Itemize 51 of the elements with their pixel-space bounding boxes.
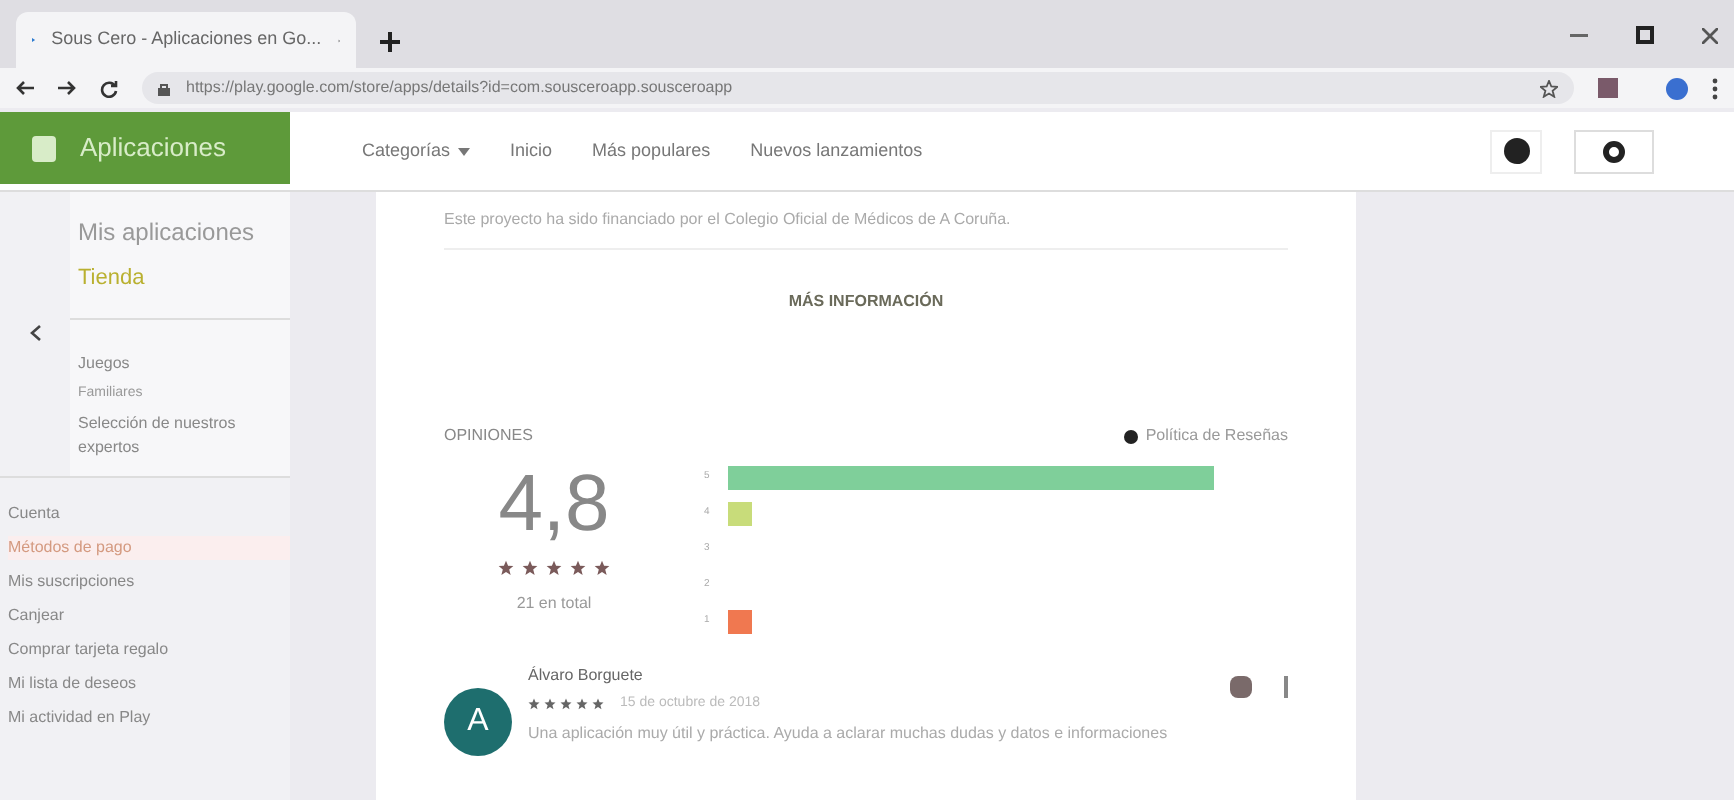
star-icon [576, 698, 588, 711]
lock-icon [158, 81, 170, 95]
description-text: Este proyecto ha sido financiado por el Colegio Oficial de Médicos de A Coruña. [444, 192, 1288, 250]
sidebar-item[interactable]: Juegos [78, 351, 290, 375]
sidebar-item[interactable]: Mis suscripciones [8, 570, 290, 594]
more-info-button[interactable]: MÁS INFORMACIÓN [788, 290, 944, 314]
sidebar-item[interactable]: Comprar tarjeta regalo [8, 638, 290, 662]
avatar: A [444, 688, 512, 756]
close-icon[interactable] [1702, 27, 1718, 43]
help-button[interactable] [1490, 129, 1542, 173]
collapse-icon[interactable] [29, 324, 41, 342]
reload-icon[interactable] [100, 79, 118, 97]
star-icon [592, 698, 604, 711]
sidebar-item[interactable]: Métodos de pago [8, 536, 290, 560]
sidebar-item[interactable]: Canjear [8, 604, 290, 628]
restore-icon[interactable] [1636, 26, 1654, 44]
review-author: Álvaro Borguete [528, 664, 645, 688]
rating-score: 4,8 [498, 464, 610, 544]
sidebar-item[interactable]: Tienda [78, 256, 290, 301]
apps-brand[interactable]: Aplicaciones [0, 112, 290, 184]
sidebar-item[interactable]: Mi lista de deseos [8, 672, 290, 696]
browser-tab[interactable]: Sous Cero - Aplicaciones en Go... [16, 12, 356, 68]
review-policy-link[interactable]: Política de Reseñas [1123, 424, 1288, 448]
review-text: Una aplicación muy útil y práctica. Ayuda a aclarar muchas dudas y datos e informaciones [528, 721, 1170, 745]
nav-link[interactable]: Categorías [362, 137, 471, 165]
star-icon[interactable] [1540, 79, 1558, 97]
new-tab-icon[interactable] [380, 32, 400, 52]
star-icon [594, 560, 610, 576]
rating-total: 21 en total [516, 592, 592, 616]
back-icon[interactable] [16, 80, 34, 96]
star-icon [544, 698, 556, 711]
tab-title: Sous Cero - Aplicaciones en Go... [51, 26, 322, 53]
star-icon [570, 560, 586, 576]
star-icon [498, 560, 514, 576]
minimize-icon[interactable] [1570, 33, 1588, 37]
nav-link[interactable]: Inicio [510, 137, 553, 165]
nav-link[interactable]: Nuevos lanzamientos [750, 137, 923, 165]
forward-icon[interactable] [58, 80, 76, 96]
settings-button[interactable] [1574, 129, 1654, 173]
star-icon [546, 560, 562, 576]
url-text: https://play.google.com/store/apps/details?id=com.sousceroapp.sousceroapp [186, 76, 733, 100]
star-icon [528, 698, 540, 711]
sidebar-item[interactable]: Selección de nuestros expertos [78, 412, 290, 460]
nav-link[interactable]: Más populares [592, 137, 711, 165]
star-icon [522, 560, 538, 576]
star-icon [560, 698, 572, 711]
sidebar-item[interactable]: Cuenta [8, 502, 290, 526]
sidebar-item[interactable]: Mi actividad en Play [8, 706, 290, 730]
sidebar-item[interactable]: Mis aplicaciones [78, 208, 290, 256]
reviews-heading: OPINIONES [444, 424, 533, 448]
address-bar[interactable]: https://play.google.com/store/apps/details?id=com.sousceroapp.sousceroapp [142, 72, 1574, 104]
